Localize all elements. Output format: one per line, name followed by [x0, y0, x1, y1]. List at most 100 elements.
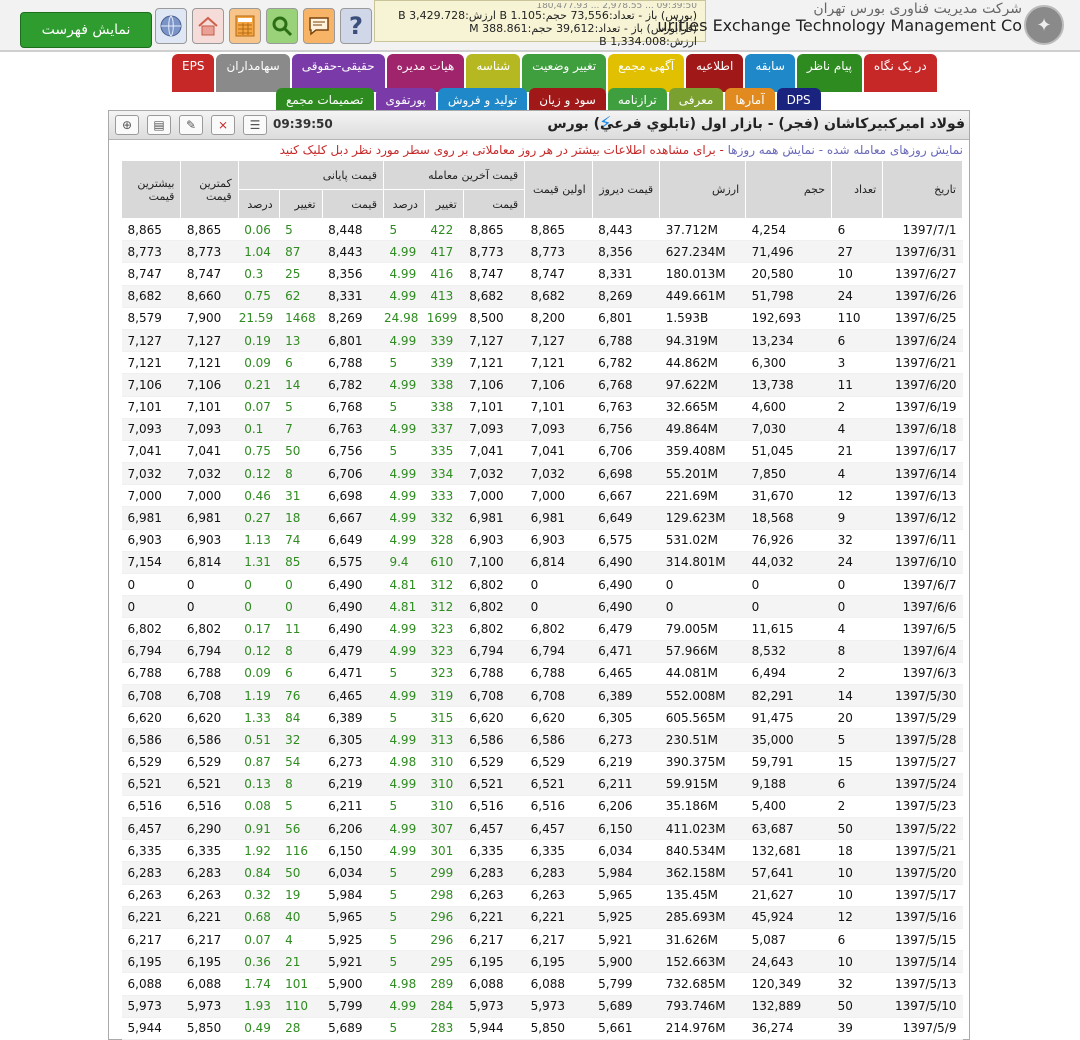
expand-icon[interactable]: ⊕	[115, 115, 139, 135]
tab-row2-2[interactable]: معرفی	[668, 88, 724, 112]
tab-row2-1[interactable]: آمارها	[725, 88, 775, 112]
table-row[interactable]: 1397/5/16 12 45,924 285.693M 5,925 6,221 6,221…	[121, 906, 963, 930]
table-row[interactable]: 1397/6/4 8 8,532 57.966M 6,471 6,794 6,794 323 4…	[121, 640, 963, 663]
table-cell: 7,127	[121, 329, 181, 353]
table-row[interactable]: 1397/6/24 6 13,234 94.319M 6,788 7,127 7,127 33…	[121, 329, 963, 353]
table-row[interactable]: 1397/7/1 6 4,254 37.712M 8,443 8,865 8,865 422 5…	[121, 218, 963, 242]
table-cell: 6,195	[121, 950, 181, 974]
tab-row2-5[interactable]: تولید و فروش	[437, 88, 528, 112]
table-row[interactable]: 1397/6/6 0 0 0 6,490 0 6,802 312 4.81 6,490 0 0 0 0	[121, 595, 963, 619]
traded-days-link[interactable]: نمایش روزهای معامله شده	[827, 143, 963, 157]
table-row[interactable]: 1397/5/24 6 9,188 59.915M 6,211 6,521 6,521 310…	[121, 773, 963, 796]
table-row[interactable]: 1397/5/23 2 5,400 35.186M 6,206 6,516 6,516 310…	[121, 795, 963, 819]
table-row[interactable]: 1397/6/25 110 192,693 1.593B 6,801 8,200 8,500…	[121, 307, 963, 330]
table-cell: 0	[524, 595, 593, 619]
table-cell: 63,687	[745, 817, 832, 841]
table-row[interactable]: 1397/5/14 10 24,643 152.663M 5,900 6,195 6,195…	[121, 950, 963, 974]
table-row[interactable]: 1397/6/21 3 6,300 44.862M 6,782 7,121 7,121 339…	[121, 351, 963, 375]
tab-row2-7[interactable]: تصمیمات مجمع	[276, 88, 374, 112]
col-final-price[interactable]: قیمت	[321, 189, 384, 219]
table-row[interactable]: 1397/5/17 10 21,627 135.45M 5,965 6,263 6,263 2…	[121, 884, 963, 907]
table-row[interactable]: 1397/5/15 6 5,087 31.626M 5,921 6,217 6,217 296…	[121, 928, 963, 952]
table-row[interactable]: 1397/6/17 21 51,045 359.408M 6,706 7,041 7,041…	[121, 440, 963, 464]
col-last-change[interactable]: تغییر	[423, 189, 464, 219]
table-cell: 1397/5/27	[882, 751, 963, 774]
all-days-link[interactable]: نمایش همه روزها	[728, 143, 815, 157]
tab-row1-5[interactable]: تغییر وضعیت	[522, 54, 607, 92]
table-row[interactable]: 1397/6/20 11 13,738 97.622M 6,768 7,106 7,106 3…	[121, 373, 963, 397]
col-final-change[interactable]: تغییر	[278, 189, 323, 219]
table-row[interactable]: 1397/5/29 20 91,475 605.565M 6,305 6,620 6,620…	[121, 706, 963, 730]
table-cell: 0.21	[238, 373, 280, 397]
edit-icon[interactable]: ✎	[179, 115, 203, 135]
col-volume[interactable]: حجم	[745, 160, 833, 219]
search-icon[interactable]	[266, 8, 298, 44]
table-cell: 7,041	[121, 440, 181, 464]
table-icon[interactable]: ☰	[243, 115, 267, 135]
col-date[interactable]: تاریخ	[882, 160, 963, 219]
col-value[interactable]: ارزش	[659, 160, 747, 219]
table-row[interactable]: 1397/6/31 27 71,496 627.234M 8,356 8,773 8,773…	[121, 240, 963, 264]
table-row[interactable]: 1397/5/9 39 36,274 214.976M 5,661 5,850 5,944 2…	[121, 1017, 963, 1040]
col-final-percent[interactable]: درصد	[237, 189, 280, 219]
table-row[interactable]: 1397/6/14 4 7,850 55.201M 6,698 7,032 7,032 334…	[121, 462, 963, 486]
message-icon[interactable]	[303, 8, 335, 44]
show-list-button[interactable]: نمایش فهرست	[20, 12, 152, 48]
tab-row2-0[interactable]: DPS	[776, 88, 821, 112]
table-row[interactable]: 1397/6/12 9 18,568 129.623M 6,649 6,981 6,981 3…	[121, 506, 963, 530]
calculator-icon[interactable]	[229, 8, 261, 44]
table-row[interactable]: 1397/6/5 4 11,615 79.005M 6,479 6,802 6,802 323…	[121, 617, 963, 641]
tab-row1-8[interactable]: حقیقی-حقوقی	[291, 54, 385, 92]
tab-row1-3[interactable]: اطلاعیه	[686, 54, 744, 92]
table-row[interactable]: 1397/6/26 24 51,798 449.661M 8,269 8,682 8,682…	[121, 285, 963, 308]
col-first[interactable]: اولین قیمت	[524, 160, 593, 219]
table-row[interactable]: 1397/5/22 50 63,687 411.023M 6,150 6,457 6,457…	[121, 817, 963, 841]
tab-row2-6[interactable]: پورتفوی	[375, 88, 436, 112]
table-row[interactable]: 1397/5/20 10 57,641 362.158M 5,984 6,283 6,283…	[121, 861, 963, 885]
table-row[interactable]: 1397/6/10 24 44,032 314.801M 6,490 6,814 7,100…	[121, 551, 963, 575]
tab-row2-4[interactable]: سود و زیان	[529, 88, 606, 112]
table-cell: 6,521	[121, 773, 181, 796]
col-last-percent[interactable]: درصد	[382, 189, 425, 219]
tab-row1-9[interactable]: سهامداران	[216, 54, 290, 92]
col-count[interactable]: تعداد	[831, 160, 884, 219]
table-cell: 59,791	[745, 751, 832, 774]
col-min[interactable]: کمترین قیمت	[180, 160, 239, 219]
document-icon[interactable]: ▤	[147, 115, 171, 135]
table-row[interactable]: 1397/6/7 0 0 0 6,490 0 6,802 312 4.81 6,490 0 0 0 0	[121, 573, 963, 597]
table-row[interactable]: 1397/6/13 12 31,670 221.69M 6,667 7,000 7,000 3…	[121, 484, 963, 508]
table-cell: 6,217	[180, 928, 239, 952]
table-cell: 338	[424, 396, 464, 419]
table-row[interactable]: 1397/5/30 14 82,291 552.008M 6,389 6,708 6,708…	[121, 684, 963, 708]
home-icon[interactable]	[192, 8, 224, 44]
table-row[interactable]: 1397/5/13 32 120,349 732.685M 5,799 6,088 6,08…	[121, 972, 963, 996]
chart-icon[interactable]: ⨯	[211, 115, 235, 135]
table-cell: 0.27	[238, 506, 280, 530]
table-row[interactable]: 1397/6/3 2 6,494 44.081M 6,465 6,788 6,788 323 5…	[121, 662, 963, 685]
table-row[interactable]: 1397/5/10 50 132,889 793.746M 5,689 5,973 5,97…	[121, 995, 963, 1018]
table-row[interactable]: 1397/5/28 5 35,000 230.51M 6,273 6,586 6,586 31…	[121, 728, 963, 752]
table-row[interactable]: 1397/5/27 15 59,791 390.375M 6,219 6,529 6,529…	[121, 751, 963, 774]
table-row[interactable]: 1397/6/18 4 7,030 49.864M 6,756 7,093 7,093 337…	[121, 418, 963, 441]
globe-icon[interactable]	[155, 8, 187, 44]
tab-row2-3[interactable]: ترازنامه	[607, 88, 667, 112]
table-row[interactable]: 1397/6/11 32 76,926 531.02M 6,575 6,903 6,903 3…	[121, 529, 963, 552]
table-cell: 4	[831, 617, 883, 641]
tab-row1-0[interactable]: در یک نگاه	[863, 54, 937, 92]
table-row[interactable]: 1397/5/21 18 132,681 840.534M 6,034 6,335 6,33…	[121, 839, 963, 863]
tab-row1-1[interactable]: پیام ناظر	[796, 54, 862, 92]
tab-row1-7[interactable]: هیات مدیره	[386, 54, 465, 92]
col-max[interactable]: بیشترین قیمت	[120, 160, 182, 219]
table-cell: 0.17	[238, 617, 280, 641]
table-cell: 0.36	[238, 950, 280, 974]
tab-row1-4[interactable]: آگهی مجمع	[608, 54, 685, 92]
tab-row1-10[interactable]: EPS	[172, 54, 215, 92]
tab-row1-6[interactable]: شناسه	[466, 54, 521, 92]
col-yesterday[interactable]: قیمت دیروز	[591, 160, 661, 219]
table-row[interactable]: 1397/6/27 10 20,580 180.013M 8,331 8,747 8,747…	[121, 262, 963, 286]
table-cell: 132,889	[745, 995, 832, 1018]
table-row[interactable]: 1397/6/19 2 4,600 32.665M 6,763 7,101 7,101 338…	[121, 396, 963, 419]
col-last-price[interactable]: قیمت	[462, 189, 526, 219]
tab-row1-2[interactable]: سابقه	[745, 54, 795, 92]
help-icon[interactable]: ?	[340, 8, 372, 44]
